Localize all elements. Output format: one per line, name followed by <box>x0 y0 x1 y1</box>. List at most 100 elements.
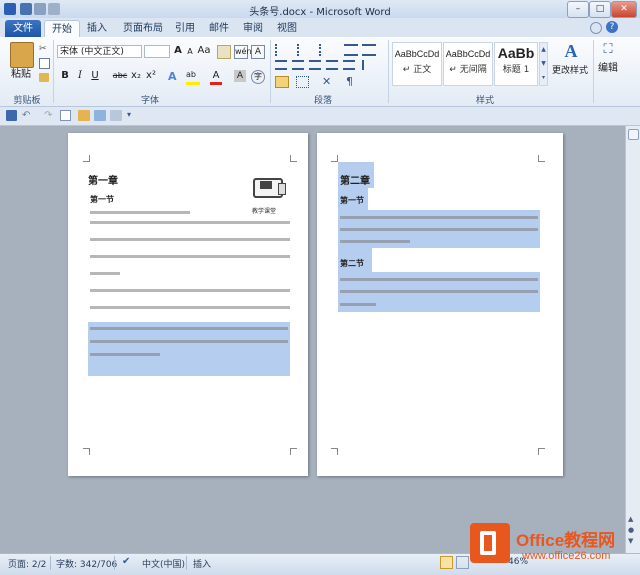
tab-page-layout[interactable]: 页面布局 <box>118 20 168 37</box>
font-color-icon[interactable]: A <box>210 70 222 85</box>
decrease-indent-icon[interactable] <box>344 44 358 56</box>
proofing-icon[interactable]: ✔ <box>122 556 134 568</box>
show-formatting-icon[interactable]: ¶ <box>346 75 358 88</box>
margin-marker <box>331 448 338 455</box>
cut-icon[interactable]: ✂ <box>39 44 49 54</box>
align-right-icon[interactable] <box>309 60 321 70</box>
logo-image[interactable] <box>250 178 286 204</box>
maximize-button[interactable]: □ <box>589 1 611 18</box>
qat-print-preview-icon[interactable] <box>94 110 106 121</box>
group-divider <box>593 40 594 103</box>
superscript-button[interactable]: x² <box>145 69 157 83</box>
styles-group-label: 样式 <box>475 96 494 106</box>
qat-new-icon[interactable] <box>60 110 71 121</box>
tab-review[interactable]: 审阅 <box>238 20 268 37</box>
grow-font-button[interactable]: A <box>173 44 183 58</box>
page2-selection-para1 <box>338 210 540 248</box>
binoculars-icon[interactable]: ⛶ <box>600 42 616 60</box>
margin-marker <box>290 448 297 455</box>
minimize-button[interactable]: – <box>567 1 589 18</box>
page2-section1-heading[interactable]: 第一节 <box>340 195 364 206</box>
copy-icon[interactable] <box>39 58 50 69</box>
status-word-count[interactable]: 字数: 342/706 <box>56 557 117 570</box>
style-normal[interactable]: AaBbCcDd ↵ 正文 <box>392 42 442 86</box>
watermark-brand: Office教程网 <box>516 531 616 550</box>
highlight-color-icon[interactable]: ab <box>186 70 200 85</box>
font-size-dropdown[interactable] <box>144 45 170 58</box>
numbering-icon[interactable] <box>297 44 313 56</box>
format-painter-icon[interactable] <box>39 73 49 82</box>
paste-icon[interactable] <box>10 42 34 68</box>
page2-section2-heading[interactable]: 第二节 <box>340 258 364 269</box>
print-layout-view-icon[interactable] <box>440 556 453 569</box>
strikethrough-button[interactable]: abc <box>112 69 128 83</box>
align-center-icon[interactable] <box>292 60 304 70</box>
vertical-scrollbar[interactable] <box>625 126 640 553</box>
bold-button[interactable]: B <box>60 69 70 83</box>
status-insert-mode[interactable]: 插入 <box>193 557 211 570</box>
style-heading1-label: 标题 1 <box>502 65 530 75</box>
full-screen-view-icon[interactable] <box>456 556 469 569</box>
editing-button[interactable]: 编辑 <box>596 62 620 76</box>
paste-button[interactable]: 粘贴 <box>6 68 36 82</box>
ruler-toggle-icon[interactable] <box>628 129 639 140</box>
bullets-icon[interactable] <box>275 44 291 56</box>
italic-button[interactable]: I <box>75 69 85 83</box>
watermark-url: www.office26.com <box>522 550 611 562</box>
borders-icon[interactable] <box>296 76 309 88</box>
status-divider <box>186 556 187 570</box>
margin-marker <box>538 448 545 455</box>
change-styles-icon[interactable]: A <box>560 41 582 63</box>
qat-save-icon[interactable] <box>6 110 17 121</box>
enclose-characters-icon[interactable]: 字 <box>251 70 265 84</box>
tab-insert[interactable]: 插入 <box>82 20 112 37</box>
align-left-icon[interactable] <box>275 60 287 70</box>
status-page-count[interactable]: 页面: 2/2 <box>8 557 46 570</box>
style-no-spacing-sample: AaBbCcDd <box>445 49 491 59</box>
tab-file[interactable]: 文件 <box>5 20 41 37</box>
qat-redo-icon[interactable]: ↷ <box>44 110 55 121</box>
tab-home[interactable]: 开始 <box>44 20 80 38</box>
shrink-font-button[interactable]: A <box>185 45 195 59</box>
subscript-button[interactable]: x₂ <box>130 69 142 83</box>
minimize-ribbon-icon[interactable] <box>590 22 602 34</box>
text-effects-icon[interactable]: A <box>168 70 180 83</box>
help-icon[interactable]: ? <box>606 21 618 33</box>
character-shading-icon[interactable]: A <box>234 70 246 82</box>
clear-formatting-icon[interactable] <box>217 45 231 59</box>
status-divider <box>50 556 51 570</box>
office-logo-icon <box>470 523 510 563</box>
tab-mailings[interactable]: 邮件 <box>204 20 234 37</box>
justify-icon[interactable] <box>326 60 338 70</box>
page1-section-heading[interactable]: 第一节 <box>90 194 114 205</box>
multilevel-list-icon[interactable] <box>319 44 335 56</box>
change-case-button[interactable]: Aa <box>196 44 212 58</box>
close-button[interactable]: ✕ <box>611 1 637 18</box>
change-styles-button[interactable]: 更改样式 <box>549 64 591 78</box>
page1-chapter-heading[interactable]: 第一章 <box>88 172 118 187</box>
page2-selection-para2 <box>338 272 540 312</box>
margin-marker <box>331 155 338 162</box>
underline-button[interactable]: U <box>90 69 100 83</box>
sort-icon[interactable]: ✕ <box>322 75 334 88</box>
line-spacing-icon[interactable] <box>362 60 376 70</box>
shading-icon[interactable] <box>275 76 289 88</box>
qat-undo-icon[interactable]: ↶ <box>22 110 33 121</box>
styles-gallery-scroll[interactable]: ▲ ▼ ▾ <box>539 42 548 86</box>
status-language[interactable]: 中文(中国) <box>142 557 185 570</box>
increase-indent-icon[interactable] <box>362 44 376 56</box>
page2-chapter-heading[interactable]: 第二章 <box>340 172 370 187</box>
style-no-spacing[interactable]: AaBbCcDd ↵ 无间隔 <box>443 42 493 86</box>
margin-marker <box>83 448 90 455</box>
font-name-dropdown[interactable]: 宋体 (中文正文) <box>57 45 142 58</box>
qat-customize-icon[interactable]: ▾ <box>127 110 135 121</box>
character-border-icon[interactable]: A <box>251 45 265 59</box>
phonetic-guide-icon[interactable]: wén <box>234 45 252 59</box>
style-heading1[interactable]: AaBb 标题 1 <box>494 42 538 86</box>
qat-open-icon[interactable] <box>78 110 90 121</box>
tab-references[interactable]: 引用 <box>170 20 200 37</box>
distributed-icon[interactable] <box>343 60 355 70</box>
style-normal-sample: AaBbCcDd <box>394 49 440 59</box>
tab-view[interactable]: 视图 <box>272 20 302 37</box>
qat-email-icon[interactable] <box>110 110 122 121</box>
